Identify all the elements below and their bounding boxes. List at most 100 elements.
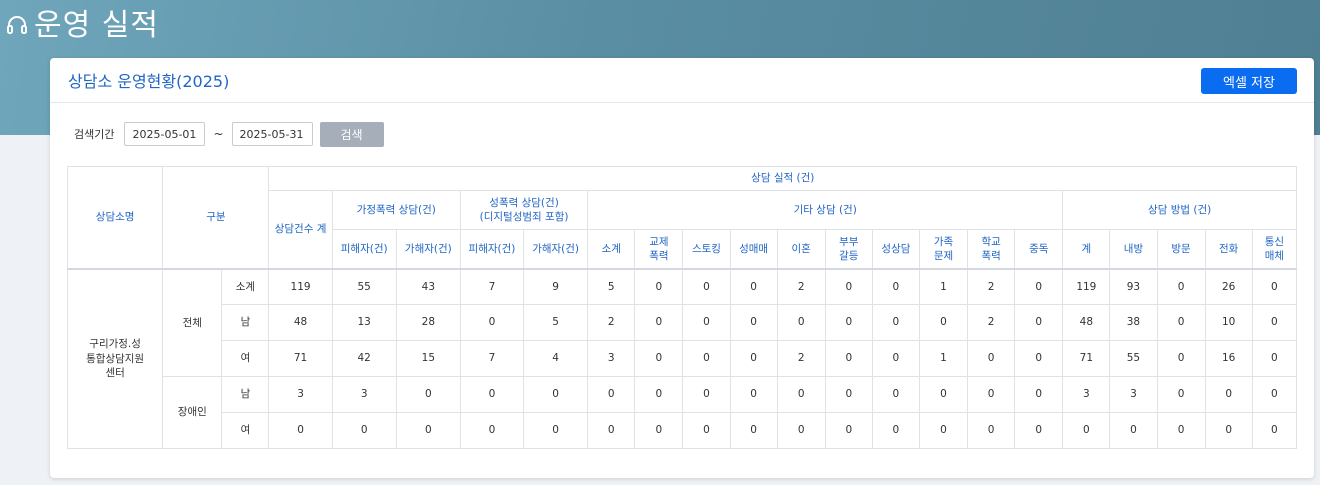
value-cell: 1 [918, 268, 969, 305]
value-cell: 0 [776, 304, 826, 341]
value-cell: 26 [1204, 268, 1253, 305]
value-cell: 3 [1109, 376, 1158, 413]
value-cell: 0 [967, 340, 1016, 377]
value-cell: 0 [587, 376, 636, 413]
value-cell: 0 [634, 268, 684, 305]
value-cell: 93 [1109, 268, 1158, 305]
value-cell: 0 [918, 412, 969, 449]
row-label-cell: 여 [221, 412, 270, 449]
value-cell: 1 [918, 340, 969, 377]
value-cell: 0 [824, 340, 873, 377]
value-cell: 0 [1156, 412, 1206, 449]
value-cell: 119 [268, 268, 333, 305]
value-cell: 0 [682, 376, 731, 413]
header-performance: 상담 실적 (건) [268, 166, 1297, 191]
value-cell: 0 [729, 412, 778, 449]
operation-status-card: 상담소 운영현황(2025) 엑셀 저장 검색기간 ~ 검색 상담소명 구분 상… [50, 58, 1314, 478]
header-other-col: 성매매 [729, 229, 778, 269]
value-cell: 2 [967, 268, 1016, 305]
value-cell: 0 [1014, 376, 1064, 413]
row-label-cell: 남 [221, 304, 270, 341]
value-cell: 0 [967, 376, 1016, 413]
value-cell: 9 [523, 268, 589, 305]
group-name-cell: 장애인 [162, 376, 223, 449]
value-cell: 5 [587, 268, 636, 305]
value-cell: 0 [1062, 412, 1111, 449]
group-name-cell: 전체 [162, 268, 223, 377]
header-other-col: 학교 폭력 [967, 229, 1016, 269]
value-cell: 0 [1204, 412, 1253, 449]
header-other-col: 이혼 [776, 229, 826, 269]
value-cell: 4 [523, 340, 589, 377]
value-cell: 0 [824, 268, 873, 305]
page-title-text: 운영 실적 [34, 8, 159, 43]
excel-save-button[interactable]: 엑셀 저장 [1201, 68, 1297, 94]
value-cell: 0 [1251, 304, 1298, 341]
performance-table: 상담소명 구분 상담 실적 (건) 상담건수 계 가정폭력 상담(건) 성폭력 … [66, 166, 1298, 449]
table-body: 구리가정.성 통합상담지원 센터 전체 소계 119 55 43 7 9 5 0 0 0 2 0 0 1 2 0 1… [66, 268, 1298, 449]
value-cell: 0 [634, 340, 684, 377]
value-cell: 0 [395, 412, 461, 449]
header-method-col: 방문 [1156, 229, 1206, 269]
value-cell: 0 [1251, 268, 1298, 305]
value-cell: 0 [459, 304, 525, 341]
card-title: 상담소 운영현황(2025) [68, 72, 230, 91]
value-cell: 0 [1014, 304, 1064, 341]
value-cell: 0 [634, 376, 684, 413]
header-center-name: 상담소명 [66, 166, 164, 269]
value-cell: 10 [1204, 304, 1253, 341]
value-cell: 2 [967, 304, 1016, 341]
header-other-col: 부부 갈등 [824, 229, 873, 269]
value-cell: 0 [918, 304, 969, 341]
end-date-input[interactable] [231, 122, 313, 146]
value-cell: 0 [1204, 376, 1253, 413]
table-row: 구리가정.성 통합상담지원 센터 전체 소계 119 55 43 7 9 5 0 0 0 2 0 0 1 2 0 1… [66, 268, 1298, 449]
value-cell: 0 [1251, 376, 1298, 413]
value-cell: 28 [395, 304, 461, 341]
header-domestic-victim: 피해자(건) [331, 229, 397, 269]
value-cell: 0 [871, 412, 920, 449]
row-label-cell: 여 [221, 340, 270, 377]
value-cell: 71 [268, 340, 333, 377]
header-sexual-victim: 피해자(건) [459, 229, 525, 269]
value-cell: 0 [1109, 412, 1158, 449]
header-method-col: 전화 [1204, 229, 1253, 269]
value-cell: 0 [871, 304, 920, 341]
value-cell: 0 [1251, 340, 1298, 377]
header-other-col: 스토킹 [682, 229, 731, 269]
value-cell: 0 [682, 304, 731, 341]
value-cell: 43 [395, 268, 461, 305]
value-cell: 0 [682, 340, 731, 377]
value-cell: 55 [331, 268, 397, 305]
value-cell: 0 [729, 268, 778, 305]
value-cell: 0 [729, 304, 778, 341]
value-cell: 0 [331, 412, 397, 449]
value-cell: 0 [1014, 340, 1064, 377]
value-cell: 0 [1156, 340, 1206, 377]
value-cell: 0 [1156, 304, 1206, 341]
start-date-input[interactable] [124, 122, 206, 146]
value-cell: 42 [331, 340, 397, 377]
value-cell: 71 [1062, 340, 1111, 377]
value-cell: 5 [523, 304, 589, 341]
value-cell: 2 [776, 268, 826, 305]
value-cell: 3 [587, 340, 636, 377]
value-cell: 0 [729, 376, 778, 413]
search-button[interactable]: 검색 [319, 121, 384, 147]
value-cell: 0 [587, 412, 636, 449]
header-method-col: 통신 매체 [1251, 229, 1298, 269]
value-cell: 0 [395, 376, 461, 413]
card-header: 상담소 운영현황(2025) 엑셀 저장 [50, 58, 1314, 103]
table-row: 여 71 42 15 7 4 3 0 0 0 2 0 0 1 0 0 71 55 0 16 0 [68, 340, 1298, 377]
header-method: 상담 방법 (건) [1062, 190, 1297, 230]
value-cell: 7 [459, 268, 525, 305]
value-cell: 0 [634, 412, 684, 449]
row-label-cell: 소계 [221, 268, 270, 305]
value-cell: 0 [1014, 268, 1064, 305]
value-cell: 0 [824, 412, 873, 449]
value-cell: 3 [331, 376, 397, 413]
table-row: 여00000000000000000000 [68, 412, 1298, 449]
value-cell: 0 [871, 268, 920, 305]
table-row: 남 48 13 28 0 5 2 0 0 0 0 0 0 0 2 0 48 38 0 10 0 [68, 304, 1298, 341]
value-cell: 0 [1156, 268, 1206, 305]
